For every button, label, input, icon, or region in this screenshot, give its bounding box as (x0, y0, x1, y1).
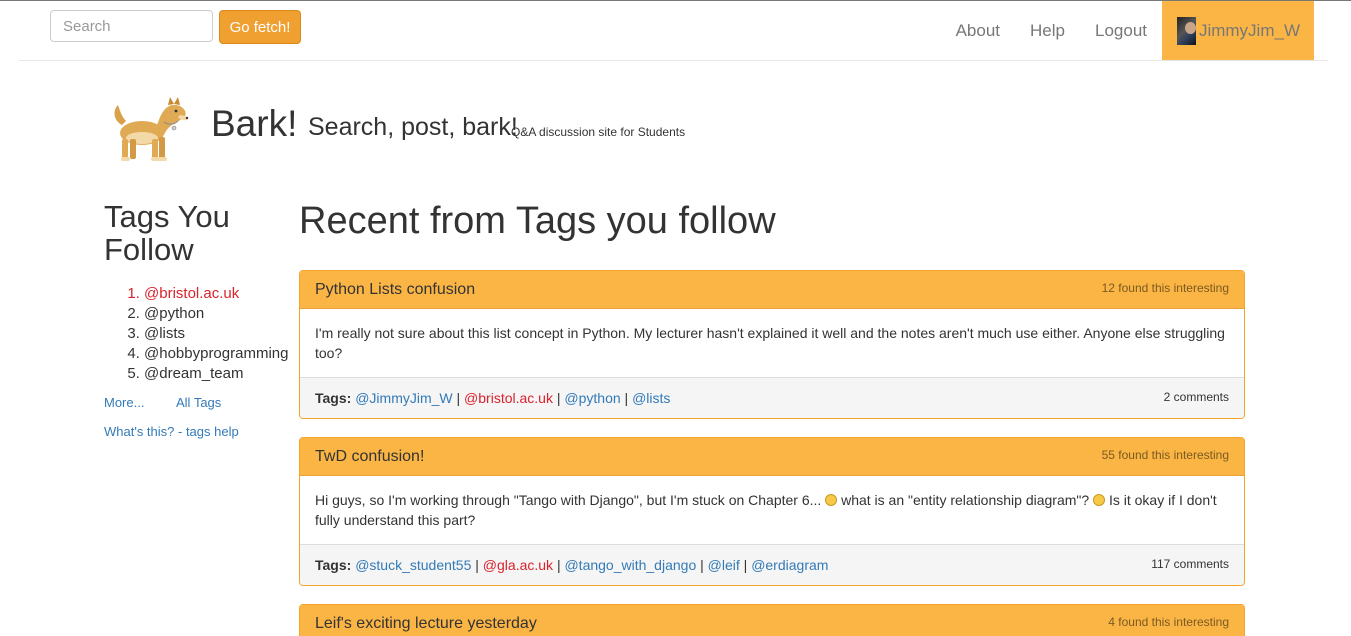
post-tag-link[interactable]: @gla.ac.uk (483, 557, 553, 573)
page-title: Recent from Tags you follow (299, 200, 776, 242)
tag-separator: | (624, 390, 629, 406)
post-body: Hi guys, so I'm working through "Tango w… (300, 476, 1244, 545)
tag-separator: | (475, 557, 479, 573)
post-title-link[interactable]: TwD confusion! (315, 448, 424, 466)
nav-logout-link[interactable]: Logout (1080, 1, 1162, 60)
post-title-link[interactable]: Leif's exciting lecture yesterday (315, 615, 537, 633)
post-tags: Tags: @JimmyJim_W | @bristol.ac.uk | @py… (315, 390, 670, 406)
followed-tag-item[interactable]: @hobbyprogramming (144, 344, 294, 364)
post-heading: Leif's exciting lecture yesterday 4 foun… (300, 605, 1244, 636)
post-tag-link[interactable]: @python (564, 390, 620, 406)
nav-links: About Help Logout JimmyJim_W (941, 1, 1328, 60)
site-subtitle: Q&A discussion site for Students (511, 125, 686, 139)
confused-emoji-icon (825, 494, 838, 506)
post-heading: Python Lists confusion 12 found this int… (300, 271, 1244, 309)
post-body-text: what is an "entity relationship diagram"… (841, 492, 1090, 508)
post-footer: Tags: @stuck_student55 | @gla.ac.uk | @t… (300, 545, 1244, 585)
comments-link[interactable]: 117 comments (1151, 557, 1229, 571)
followed-tag-item[interactable]: @python (144, 304, 294, 324)
tag-separator: | (456, 390, 461, 406)
site-title: Bark! (211, 103, 298, 144)
post-card: TwD confusion! 55 found this interesting… (299, 437, 1245, 586)
post-heading: TwD confusion! 55 found this interesting (300, 438, 1244, 476)
tag-separator: | (556, 390, 561, 406)
followed-tag-item[interactable]: @bristol.ac.uk (144, 284, 294, 304)
tag-separator: | (743, 557, 748, 573)
nav-help-link[interactable]: Help (1015, 1, 1080, 60)
worried-emoji-icon (1093, 494, 1106, 506)
post-footer: Tags: @JimmyJim_W | @bristol.ac.uk | @py… (300, 378, 1244, 418)
interest-count: 55 found this interesting (1101, 448, 1229, 462)
dog-logo-icon (114, 97, 189, 161)
go-fetch-button[interactable]: Go fetch! (219, 10, 301, 44)
all-tags-link[interactable]: All Tags (176, 395, 221, 410)
site-tagline: Search, post, bark! (308, 113, 518, 141)
page: Go fetch! About Help Logout JimmyJim_W (0, 0, 1351, 636)
post-body: I'm really not sure about this list conc… (300, 309, 1244, 378)
tag-separator: | (700, 557, 704, 573)
post-title-link[interactable]: Python Lists confusion (315, 281, 475, 299)
search-input[interactable] (50, 10, 213, 42)
tags-help-link[interactable]: What's this? - tags help (104, 424, 294, 439)
post-list: Python Lists confusion 12 found this int… (299, 270, 1245, 636)
followed-tags-list: @bristol.ac.uk @python @lists @hobbyprog… (104, 284, 294, 384)
sidebar-links: More... All Tags What's this? - tags help (104, 395, 294, 439)
interest-count: 12 found this interesting (1101, 281, 1229, 295)
tags-label: Tags: (315, 557, 352, 573)
tags-label: Tags: (315, 390, 352, 406)
post-card: Leif's exciting lecture yesterday 4 foun… (299, 604, 1245, 636)
post-tags: Tags: @stuck_student55 | @gla.ac.uk | @t… (315, 557, 828, 573)
followed-tag-item[interactable]: @lists (144, 324, 294, 344)
username-label: JimmyJim_W (1198, 20, 1300, 40)
post-tag-link[interactable]: @bristol.ac.uk (464, 390, 553, 406)
post-tag-link[interactable]: @lists (632, 390, 670, 406)
followed-tag-item[interactable]: @dream_team (144, 364, 294, 384)
post-tag-link[interactable]: @JimmyJim_W (355, 390, 452, 406)
more-tags-link[interactable]: More... (104, 395, 176, 410)
navbar: Go fetch! About Help Logout JimmyJim_W (19, 1, 1328, 61)
post-tag-link[interactable]: @leif (708, 557, 740, 573)
user-profile-link[interactable]: JimmyJim_W (1162, 1, 1314, 60)
sidebar-heading: Tags You Follow (104, 199, 230, 267)
post-card: Python Lists confusion 12 found this int… (299, 270, 1245, 419)
comments-link[interactable]: 2 comments (1164, 390, 1229, 404)
tag-separator: | (556, 557, 561, 573)
interest-count: 4 found this interesting (1108, 615, 1229, 629)
brand-header: Bark! Search, post, bark! Q&A discussion… (108, 95, 808, 167)
post-tag-link[interactable]: @tango_with_django (564, 557, 696, 573)
nav-about-link[interactable]: About (941, 1, 1015, 60)
post-body-text: Hi guys, so I'm working through "Tango w… (315, 492, 822, 508)
avatar (1177, 16, 1196, 45)
main-content: Recent from Tags you follow Python Lists… (299, 200, 1245, 636)
post-tag-link[interactable]: @stuck_student55 (355, 557, 471, 573)
post-tag-link[interactable]: @erdiagram (751, 557, 828, 573)
sidebar: Tags You Follow @bristol.ac.uk @python @… (104, 200, 294, 439)
